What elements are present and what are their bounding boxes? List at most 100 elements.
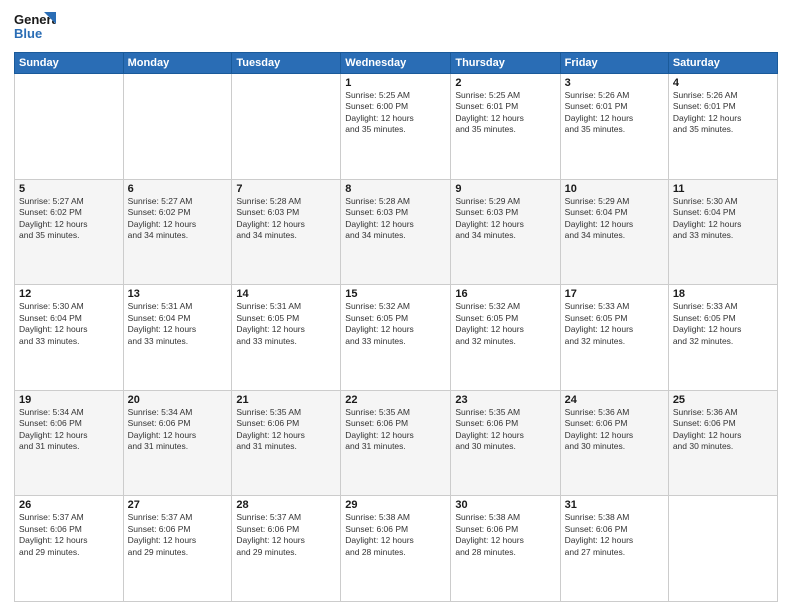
calendar-cell: 31Sunrise: 5:38 AM Sunset: 6:06 PM Dayli…	[560, 496, 668, 602]
week-row-3: 12Sunrise: 5:30 AM Sunset: 6:04 PM Dayli…	[15, 285, 778, 391]
calendar-cell	[232, 74, 341, 180]
day-info: Sunrise: 5:38 AM Sunset: 6:06 PM Dayligh…	[345, 512, 446, 558]
day-number: 30	[455, 499, 555, 511]
day-info: Sunrise: 5:28 AM Sunset: 6:03 PM Dayligh…	[345, 196, 446, 242]
calendar-cell: 6Sunrise: 5:27 AM Sunset: 6:02 PM Daylig…	[123, 179, 232, 285]
calendar-cell: 19Sunrise: 5:34 AM Sunset: 6:06 PM Dayli…	[15, 390, 124, 496]
calendar-cell: 17Sunrise: 5:33 AM Sunset: 6:05 PM Dayli…	[560, 285, 668, 391]
day-number: 9	[455, 183, 555, 195]
calendar-cell: 25Sunrise: 5:36 AM Sunset: 6:06 PM Dayli…	[668, 390, 777, 496]
weekday-header-tuesday: Tuesday	[232, 53, 341, 74]
calendar-cell: 26Sunrise: 5:37 AM Sunset: 6:06 PM Dayli…	[15, 496, 124, 602]
week-row-5: 26Sunrise: 5:37 AM Sunset: 6:06 PM Dayli…	[15, 496, 778, 602]
day-number: 15	[345, 288, 446, 300]
calendar-cell: 27Sunrise: 5:37 AM Sunset: 6:06 PM Dayli…	[123, 496, 232, 602]
day-number: 8	[345, 183, 446, 195]
calendar-cell: 11Sunrise: 5:30 AM Sunset: 6:04 PM Dayli…	[668, 179, 777, 285]
day-number: 26	[19, 499, 119, 511]
day-info: Sunrise: 5:34 AM Sunset: 6:06 PM Dayligh…	[128, 407, 228, 453]
day-info: Sunrise: 5:33 AM Sunset: 6:05 PM Dayligh…	[565, 301, 664, 347]
calendar-cell: 23Sunrise: 5:35 AM Sunset: 6:06 PM Dayli…	[451, 390, 560, 496]
calendar-cell	[123, 74, 232, 180]
day-number: 28	[236, 499, 336, 511]
calendar-cell: 21Sunrise: 5:35 AM Sunset: 6:06 PM Dayli…	[232, 390, 341, 496]
day-info: Sunrise: 5:38 AM Sunset: 6:06 PM Dayligh…	[565, 512, 664, 558]
day-info: Sunrise: 5:31 AM Sunset: 6:05 PM Dayligh…	[236, 301, 336, 347]
day-number: 19	[19, 394, 119, 406]
day-number: 24	[565, 394, 664, 406]
day-info: Sunrise: 5:25 AM Sunset: 6:01 PM Dayligh…	[455, 90, 555, 136]
calendar-cell: 12Sunrise: 5:30 AM Sunset: 6:04 PM Dayli…	[15, 285, 124, 391]
calendar-cell: 30Sunrise: 5:38 AM Sunset: 6:06 PM Dayli…	[451, 496, 560, 602]
day-number: 22	[345, 394, 446, 406]
calendar-cell: 15Sunrise: 5:32 AM Sunset: 6:05 PM Dayli…	[341, 285, 451, 391]
logo-svg: GeneralBlue	[14, 10, 56, 46]
calendar-cell: 20Sunrise: 5:34 AM Sunset: 6:06 PM Dayli…	[123, 390, 232, 496]
calendar-cell: 14Sunrise: 5:31 AM Sunset: 6:05 PM Dayli…	[232, 285, 341, 391]
calendar-cell: 7Sunrise: 5:28 AM Sunset: 6:03 PM Daylig…	[232, 179, 341, 285]
day-info: Sunrise: 5:31 AM Sunset: 6:04 PM Dayligh…	[128, 301, 228, 347]
day-number: 17	[565, 288, 664, 300]
calendar-cell: 4Sunrise: 5:26 AM Sunset: 6:01 PM Daylig…	[668, 74, 777, 180]
weekday-header-sunday: Sunday	[15, 53, 124, 74]
day-number: 23	[455, 394, 555, 406]
svg-text:Blue: Blue	[14, 26, 42, 41]
day-number: 2	[455, 77, 555, 89]
day-info: Sunrise: 5:32 AM Sunset: 6:05 PM Dayligh…	[345, 301, 446, 347]
calendar-cell	[668, 496, 777, 602]
week-row-1: 1Sunrise: 5:25 AM Sunset: 6:00 PM Daylig…	[15, 74, 778, 180]
day-info: Sunrise: 5:35 AM Sunset: 6:06 PM Dayligh…	[345, 407, 446, 453]
calendar-cell: 13Sunrise: 5:31 AM Sunset: 6:04 PM Dayli…	[123, 285, 232, 391]
calendar-cell: 3Sunrise: 5:26 AM Sunset: 6:01 PM Daylig…	[560, 74, 668, 180]
day-info: Sunrise: 5:37 AM Sunset: 6:06 PM Dayligh…	[236, 512, 336, 558]
day-number: 3	[565, 77, 664, 89]
weekday-header-monday: Monday	[123, 53, 232, 74]
calendar-cell	[15, 74, 124, 180]
day-number: 1	[345, 77, 446, 89]
calendar-cell: 18Sunrise: 5:33 AM Sunset: 6:05 PM Dayli…	[668, 285, 777, 391]
day-info: Sunrise: 5:35 AM Sunset: 6:06 PM Dayligh…	[236, 407, 336, 453]
calendar-cell: 22Sunrise: 5:35 AM Sunset: 6:06 PM Dayli…	[341, 390, 451, 496]
day-info: Sunrise: 5:29 AM Sunset: 6:04 PM Dayligh…	[565, 196, 664, 242]
day-info: Sunrise: 5:27 AM Sunset: 6:02 PM Dayligh…	[128, 196, 228, 242]
calendar-cell: 8Sunrise: 5:28 AM Sunset: 6:03 PM Daylig…	[341, 179, 451, 285]
weekday-header-thursday: Thursday	[451, 53, 560, 74]
page: GeneralBlue SundayMondayTuesdayWednesday…	[0, 0, 792, 612]
day-info: Sunrise: 5:25 AM Sunset: 6:00 PM Dayligh…	[345, 90, 446, 136]
day-info: Sunrise: 5:32 AM Sunset: 6:05 PM Dayligh…	[455, 301, 555, 347]
calendar-cell: 5Sunrise: 5:27 AM Sunset: 6:02 PM Daylig…	[15, 179, 124, 285]
logo: GeneralBlue	[14, 10, 56, 46]
calendar-cell: 1Sunrise: 5:25 AM Sunset: 6:00 PM Daylig…	[341, 74, 451, 180]
day-number: 6	[128, 183, 228, 195]
day-number: 14	[236, 288, 336, 300]
day-number: 7	[236, 183, 336, 195]
day-info: Sunrise: 5:28 AM Sunset: 6:03 PM Dayligh…	[236, 196, 336, 242]
day-number: 16	[455, 288, 555, 300]
calendar-cell: 28Sunrise: 5:37 AM Sunset: 6:06 PM Dayli…	[232, 496, 341, 602]
day-number: 11	[673, 183, 773, 195]
day-info: Sunrise: 5:37 AM Sunset: 6:06 PM Dayligh…	[19, 512, 119, 558]
day-info: Sunrise: 5:29 AM Sunset: 6:03 PM Dayligh…	[455, 196, 555, 242]
day-number: 29	[345, 499, 446, 511]
day-info: Sunrise: 5:36 AM Sunset: 6:06 PM Dayligh…	[565, 407, 664, 453]
day-number: 13	[128, 288, 228, 300]
day-info: Sunrise: 5:26 AM Sunset: 6:01 PM Dayligh…	[673, 90, 773, 136]
calendar-cell: 10Sunrise: 5:29 AM Sunset: 6:04 PM Dayli…	[560, 179, 668, 285]
day-info: Sunrise: 5:38 AM Sunset: 6:06 PM Dayligh…	[455, 512, 555, 558]
day-info: Sunrise: 5:33 AM Sunset: 6:05 PM Dayligh…	[673, 301, 773, 347]
day-number: 10	[565, 183, 664, 195]
day-info: Sunrise: 5:26 AM Sunset: 6:01 PM Dayligh…	[565, 90, 664, 136]
day-number: 25	[673, 394, 773, 406]
day-number: 27	[128, 499, 228, 511]
week-row-2: 5Sunrise: 5:27 AM Sunset: 6:02 PM Daylig…	[15, 179, 778, 285]
calendar-cell: 2Sunrise: 5:25 AM Sunset: 6:01 PM Daylig…	[451, 74, 560, 180]
day-number: 31	[565, 499, 664, 511]
day-info: Sunrise: 5:27 AM Sunset: 6:02 PM Dayligh…	[19, 196, 119, 242]
weekday-header-saturday: Saturday	[668, 53, 777, 74]
calendar-cell: 9Sunrise: 5:29 AM Sunset: 6:03 PM Daylig…	[451, 179, 560, 285]
calendar-table: SundayMondayTuesdayWednesdayThursdayFrid…	[14, 52, 778, 602]
day-number: 5	[19, 183, 119, 195]
calendar-cell: 29Sunrise: 5:38 AM Sunset: 6:06 PM Dayli…	[341, 496, 451, 602]
day-number: 18	[673, 288, 773, 300]
header: GeneralBlue	[14, 10, 778, 46]
